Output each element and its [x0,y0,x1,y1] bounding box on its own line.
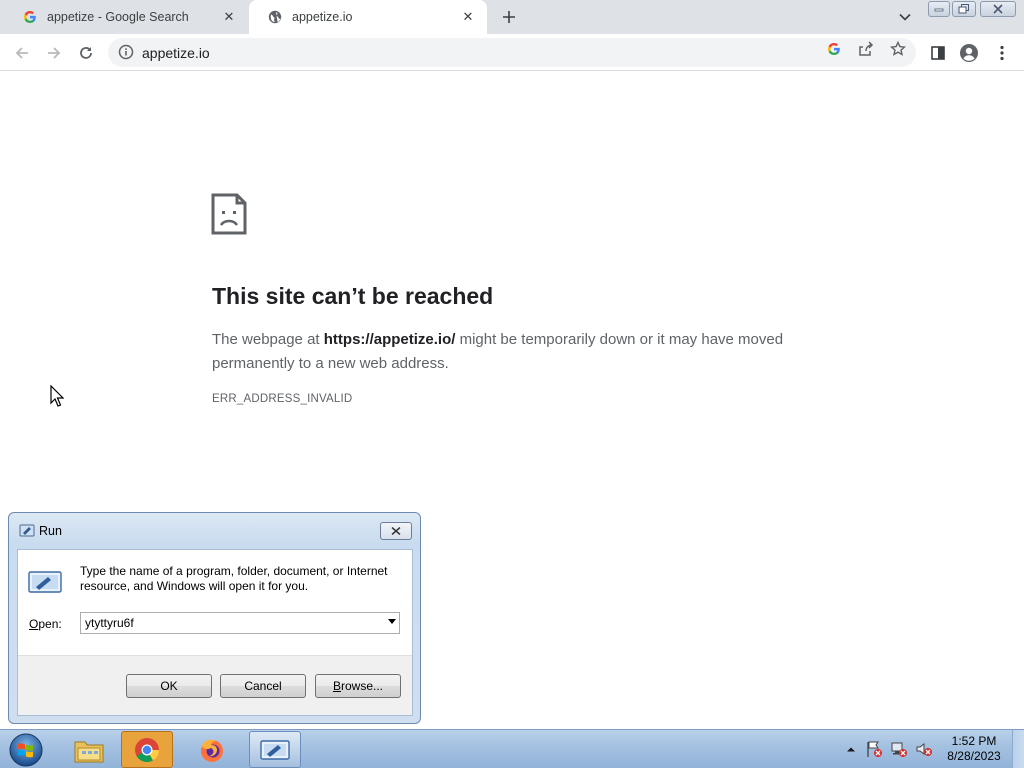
back-button[interactable] [10,41,34,65]
close-tab-icon[interactable]: ✕ [459,8,477,26]
run-program-icon [28,570,62,594]
tab-appetize[interactable]: appetize.io ✕ [249,0,487,34]
mouse-pointer-icon [50,384,65,407]
sad-page-icon [211,193,247,235]
screen: appetize - Google Search ✕ appetize.io ✕ [0,0,1024,768]
browser-toolbar: appetize.io [0,34,1024,71]
run-description: Type the name of a program, folder, docu… [80,564,388,593]
tab-title: appetize - Google Search [47,10,189,24]
ok-button[interactable]: OK [126,674,212,698]
clock-date: 8/28/2023 [947,749,1001,763]
open-combobox[interactable] [80,612,400,634]
run-title-icon [19,524,35,538]
tab-title: appetize.io [292,10,353,24]
google-g-icon [22,9,38,25]
open-label-rest: pen: [38,617,62,631]
address-bar[interactable]: appetize.io [108,38,916,67]
tab-search-chevron-icon[interactable] [895,8,915,26]
globe-icon [267,9,283,25]
show-hidden-icons-arrow-icon[interactable] [842,740,860,758]
chrome-taskbar-icon[interactable] [121,731,173,768]
reload-button[interactable] [74,41,98,65]
close-tab-icon[interactable]: ✕ [220,8,238,26]
clock-time: 1:52 PM [951,734,997,748]
tab-google-search[interactable]: appetize - Google Search ✕ [4,0,248,34]
new-tab-button[interactable] [498,6,520,28]
volume-muted-icon[interactable] [915,740,933,758]
forward-button[interactable] [42,41,66,65]
run-button-bar: OK Cancel Browse... [18,655,412,715]
network-icon[interactable] [890,740,908,758]
error-code: ERR_ADDRESS_INVALID [212,393,353,405]
address-text: appetize.io [142,45,210,61]
show-desktop-button[interactable] [1012,730,1024,768]
run-dialog: Run Type the name of a program, folder, … [8,512,421,724]
cancel-button[interactable]: Cancel [220,674,306,698]
open-input[interactable] [85,615,375,631]
share-icon[interactable] [856,39,876,59]
browse-rest: rowse... [341,679,384,693]
dropdown-arrow-icon[interactable] [388,619,396,624]
error-desc-prefix: The webpage at [212,331,324,348]
action-center-flag-icon[interactable] [865,740,883,758]
run-close-button[interactable] [380,522,412,540]
side-panel-icon[interactable] [926,41,950,65]
close-window-button[interactable] [980,1,1016,17]
tab-strip: appetize - Google Search ✕ appetize.io ✕ [0,0,1024,34]
taskbar-clock[interactable]: 1:52 PM 8/28/2023 [942,734,1006,764]
open-label: Open: [29,617,62,631]
run-dialog-body: Type the name of a program, folder, docu… [17,549,413,716]
restore-button[interactable] [952,1,976,17]
browse-accel: B [332,679,341,693]
error-title: This site can’t be reached [212,283,494,309]
error-description: The webpage at https://appetize.io/ migh… [212,328,812,376]
bookmark-star-icon[interactable] [888,39,908,59]
google-lens-g-icon[interactable] [824,39,844,59]
run-taskbar-icon[interactable] [249,731,301,768]
kebab-menu-icon[interactable] [990,41,1014,65]
profile-avatar-icon[interactable] [957,41,981,65]
minimize-button[interactable] [928,1,950,17]
open-label-accel: O [29,617,39,631]
start-button[interactable] [6,731,46,768]
error-url: https://appetize.io/ [323,331,456,348]
browse-button[interactable]: Browse... [315,674,401,698]
firefox-taskbar-icon[interactable] [186,731,238,768]
explorer-taskbar-icon[interactable] [63,731,115,768]
taskbar: 1:52 PM 8/28/2023 [0,729,1024,768]
info-icon[interactable] [118,44,134,60]
run-dialog-title: Run [39,524,62,538]
